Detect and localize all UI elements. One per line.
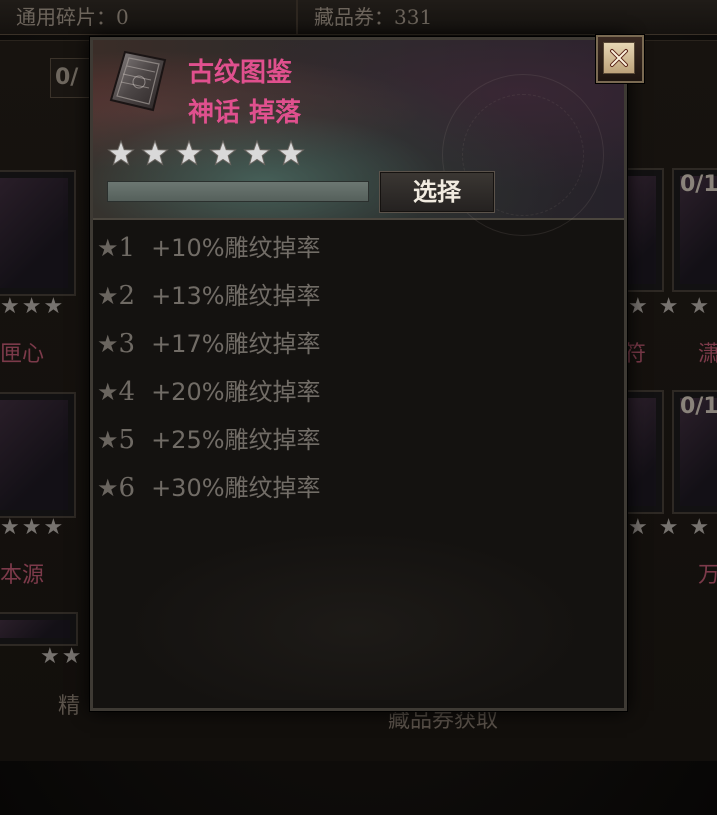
select-button[interactable]: 选择: [379, 171, 495, 213]
card-name: 潇: [698, 342, 717, 367]
bonus-text: +17%雕纹掉率: [151, 330, 321, 358]
star-icon: [209, 139, 237, 166]
star-icon: [175, 139, 203, 166]
game-screen: 通用碎片：0 藏品券：331 0/ ★★★ 匣心 ★★★ 本源 ★★ 精 0/1…: [0, 0, 717, 815]
collection-card[interactable]: [0, 612, 78, 646]
bonus-text: +25%雕纹掉率: [151, 426, 321, 454]
card-name-partial: 符: [624, 342, 647, 367]
star-icon: [141, 139, 169, 166]
bonus-row: ★6 +30%雕纹掉率: [97, 468, 321, 508]
collection-card[interactable]: [0, 170, 76, 296]
general-shards-display: 通用碎片：0: [16, 5, 129, 29]
general-shards-label: 通用碎片: [16, 5, 96, 29]
star-progress-fill: [108, 182, 368, 201]
general-shards-value: 0: [116, 5, 129, 29]
divider: [296, 0, 298, 34]
card-stars: ★ ★ ★: [628, 294, 712, 319]
bonus-text: +30%雕纹掉率: [151, 474, 321, 502]
star-icon: ★: [97, 426, 119, 454]
bottom-left-label: 精: [58, 694, 81, 719]
star-icon: ★: [97, 330, 119, 358]
bonus-star-level: 6: [118, 473, 136, 503]
card-name: 本源: [0, 563, 45, 588]
item-name: 古纹图鉴: [188, 58, 293, 88]
bonus-row: ★4 +20%雕纹掉率: [97, 372, 321, 412]
collection-card[interactable]: [0, 392, 76, 518]
item-detail-popup: 古纹图鉴 神话 掉落 选择 ★1 +10%雕纹掉率 ★2 +13%雕纹掉率 ★3 +17%…: [90, 37, 627, 711]
card-name: 匣心: [0, 342, 45, 367]
card-stars: ★★: [40, 644, 84, 669]
bonus-row: ★5 +25%雕纹掉率: [97, 420, 321, 460]
star-icon: ★: [97, 474, 119, 502]
bonus-star-level: 4: [118, 377, 136, 407]
bonus-row: ★2 +13%雕纹掉率: [97, 276, 321, 316]
currency-bar: 通用碎片：0 藏品券：331: [0, 0, 717, 35]
close-button[interactable]: [596, 35, 644, 83]
star-icon: ★: [97, 282, 119, 310]
star-icon: ★: [97, 378, 119, 406]
star-icon: [107, 139, 135, 166]
card-name: 万: [698, 563, 717, 588]
popup-header: 古纹图鉴 神话 掉落 选择: [93, 40, 624, 236]
star-progress-bar: [107, 181, 369, 202]
item-tags: 神话 掉落: [188, 98, 302, 128]
bonus-text: +10%雕纹掉率: [151, 234, 321, 262]
bonus-star-level: 1: [118, 233, 136, 263]
star-icon: ★: [97, 234, 119, 262]
collection-tickets-label: 藏品券: [314, 5, 374, 29]
book-icon: [109, 50, 167, 112]
star-rating: [107, 139, 305, 166]
tab-count: 0/: [55, 65, 79, 90]
collection-tickets-display: 藏品券：331: [314, 5, 433, 29]
close-x-icon: [610, 49, 628, 67]
card-count: 0/1: [680, 172, 717, 197]
bonus-star-level: 2: [118, 281, 136, 311]
card-stars: ★★★: [0, 294, 66, 319]
bonus-star-level: 3: [118, 329, 136, 359]
bonus-star-level: 5: [118, 425, 136, 455]
bonus-text: +13%雕纹掉率: [151, 282, 321, 310]
bonus-text: +20%雕纹掉率: [151, 378, 321, 406]
star-icon: [277, 139, 305, 166]
bonus-row: ★3 +17%雕纹掉率: [97, 324, 321, 364]
card-stars: ★ ★ ★: [628, 515, 712, 540]
bonus-row: ★1 +10%雕纹掉率: [97, 228, 321, 268]
decorative-background: [101, 520, 610, 700]
card-count: 0/1: [680, 394, 717, 419]
collection-tickets-value: 331: [394, 5, 433, 29]
card-stars: ★★★: [0, 515, 66, 540]
star-icon: [243, 139, 271, 166]
